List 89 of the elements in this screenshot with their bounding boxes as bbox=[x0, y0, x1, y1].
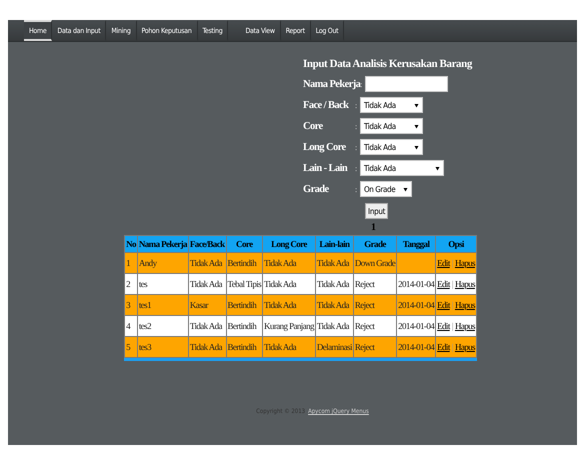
table-cell: 5 bbox=[125, 337, 137, 357]
table-cell: Bertindih bbox=[226, 295, 262, 315]
column-header: Core bbox=[226, 236, 262, 252]
edit-link[interactable]: Edit bbox=[437, 321, 450, 331]
table-cell: Tidak Ada bbox=[316, 274, 353, 294]
input-field[interactable] bbox=[365, 76, 448, 92]
field-label: Lain - Lain bbox=[303, 162, 348, 174]
page-number: 1 bbox=[371, 222, 376, 233]
table-cell: Tidak Ada bbox=[263, 253, 315, 273]
link-separator: | bbox=[450, 321, 454, 331]
field-separator: : bbox=[355, 164, 358, 172]
select-field[interactable]: Tidak Ada bbox=[360, 97, 423, 113]
column-header: Grade bbox=[354, 236, 396, 252]
table-cell: Kurang Panjang bbox=[263, 316, 315, 336]
table-cell: Bertindih bbox=[226, 337, 262, 357]
field-label: Core bbox=[303, 120, 324, 132]
table-cell: Reject bbox=[354, 274, 396, 294]
caret-icon bbox=[414, 144, 419, 150]
select-field[interactable]: Tidak Ada bbox=[360, 160, 444, 176]
table-cell: tes1 bbox=[138, 295, 188, 315]
table-cell: 1 bbox=[125, 253, 137, 273]
field-separator: : bbox=[355, 100, 358, 110]
column-header: Tanggal bbox=[397, 236, 436, 252]
table-cell: Delaminasi bbox=[316, 337, 353, 357]
field-label: Grade bbox=[303, 184, 330, 194]
link-separator: | bbox=[450, 342, 454, 352]
delete-link[interactable]: Hapus bbox=[454, 321, 475, 331]
delete-link[interactable]: Hapus bbox=[454, 300, 475, 310]
table-cell: Tidak Ada bbox=[316, 295, 353, 315]
column-header: Nama Pekerja bbox=[138, 236, 188, 252]
table-cell: 2 bbox=[125, 274, 137, 294]
column-header: No bbox=[125, 236, 137, 252]
table-cell: tes bbox=[138, 274, 188, 294]
table-cell: Tidak Ada bbox=[188, 337, 226, 357]
link-separator: | bbox=[450, 258, 454, 268]
select-field[interactable]: Tidak Ada bbox=[360, 118, 423, 134]
column-header: Long Core bbox=[263, 236, 315, 252]
caret-icon bbox=[403, 186, 408, 192]
column-header: Opsi bbox=[436, 236, 476, 252]
table-cell: 2014-01-04 bbox=[397, 274, 436, 294]
column-header: Lain-lain bbox=[316, 236, 353, 252]
field-label: Long Core bbox=[303, 142, 347, 152]
table-cell: Bertindih bbox=[226, 316, 262, 336]
field-label: Nama Pekerja bbox=[303, 78, 360, 90]
table-cell: Tidak Ada bbox=[188, 316, 226, 336]
caret-icon bbox=[414, 124, 419, 128]
edit-link[interactable]: Edit bbox=[437, 258, 450, 268]
caret-icon bbox=[414, 102, 419, 108]
table-cell: tes2 bbox=[138, 316, 188, 336]
table-cell: Reject bbox=[354, 316, 396, 336]
table-cell: Reject bbox=[354, 337, 396, 357]
select-field[interactable]: Tidak Ada bbox=[360, 139, 423, 155]
edit-link[interactable]: Edit bbox=[437, 342, 450, 352]
field-separator: : bbox=[360, 80, 364, 88]
delete-link[interactable]: Hapus bbox=[454, 258, 475, 268]
table-cell: Tidak Ada bbox=[316, 253, 353, 273]
field-separator: : bbox=[355, 122, 358, 130]
edit-link[interactable]: Edit bbox=[437, 300, 450, 310]
table-cell: Bertindih bbox=[226, 253, 262, 273]
caret-icon bbox=[435, 166, 440, 170]
link-separator: | bbox=[450, 279, 454, 289]
field-separator: : bbox=[355, 142, 358, 152]
table-cell: Down Grade bbox=[354, 253, 396, 273]
table-cell: Andy bbox=[138, 253, 188, 273]
delete-link[interactable]: Hapus bbox=[454, 342, 475, 352]
select-field[interactable]: On Grade bbox=[360, 181, 412, 197]
table-cell: 2014-01-04 bbox=[397, 337, 436, 357]
table-cell: 2014-01-04 bbox=[397, 295, 436, 315]
table-cell: Tidak Ada bbox=[188, 274, 226, 294]
table-cell: Kasar bbox=[188, 295, 226, 315]
delete-link[interactable]: Hapus bbox=[454, 279, 475, 289]
table-cell: tes3 bbox=[138, 337, 188, 357]
table-cell: Tebal Tipis bbox=[226, 274, 262, 294]
column-header: Face/Back bbox=[188, 236, 226, 252]
table-cell: 4 bbox=[125, 316, 137, 336]
link-separator: | bbox=[450, 300, 454, 310]
field-label: Face / Back bbox=[303, 100, 350, 110]
table-cell: 3 bbox=[125, 295, 137, 315]
table-cell: Reject bbox=[354, 295, 396, 315]
table-cell: Tidak Ada bbox=[263, 337, 315, 357]
form-title: Input Data Analisis Kerusakan Barang bbox=[303, 58, 472, 70]
table-cell: Tidak Ada bbox=[263, 274, 315, 294]
table-cell: Tidak Ada bbox=[263, 295, 315, 315]
table-cell: Tidak Ada bbox=[316, 316, 353, 336]
table-cell: Tidak Ada bbox=[188, 253, 226, 273]
table-cell: 2014-01-04 bbox=[397, 316, 436, 336]
edit-link[interactable]: Edit bbox=[437, 279, 450, 289]
field-separator: : bbox=[355, 184, 358, 194]
input-button[interactable]: Input bbox=[365, 203, 388, 219]
